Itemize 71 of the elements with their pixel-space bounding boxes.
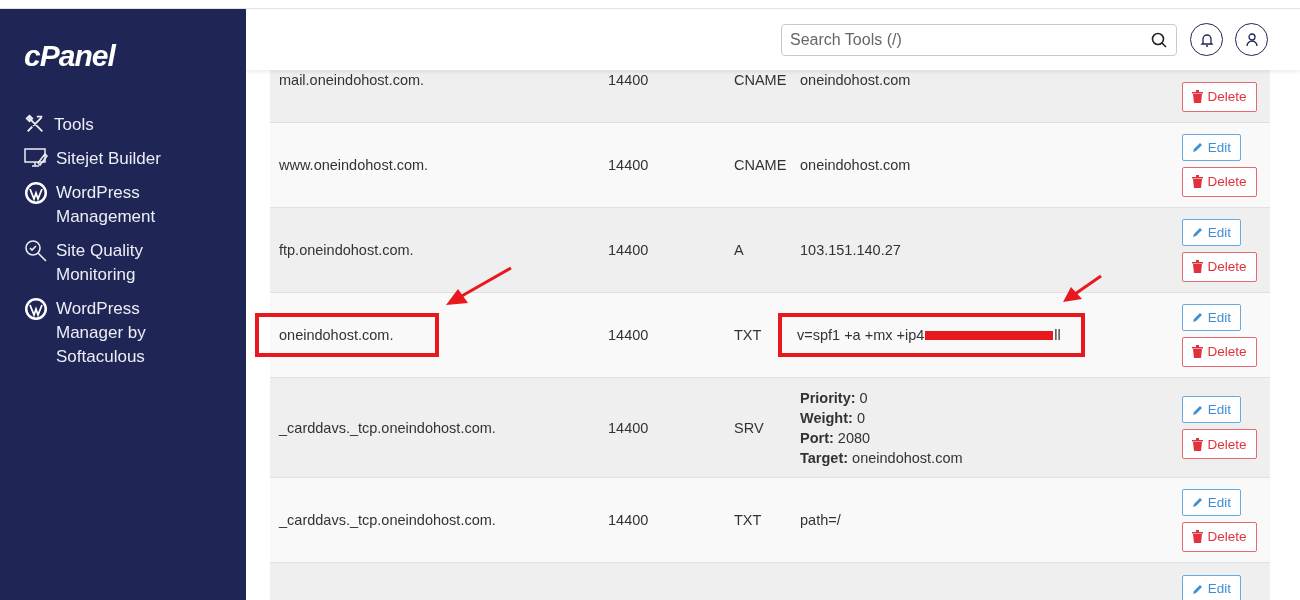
- monitor-pencil-icon: [24, 147, 48, 169]
- trash-icon: [1192, 90, 1204, 103]
- delete-button[interactable]: Delete: [1182, 81, 1257, 112]
- record-name: _carddavs._tcp.oneindohost.com.: [279, 419, 496, 436]
- sidebar-item[interactable]: WordPress Management: [24, 181, 246, 229]
- trash-icon: [1192, 260, 1204, 273]
- record-name: _carddavs._tcp.oneindohost.com.: [279, 512, 496, 528]
- pencil-icon: [1191, 141, 1204, 153]
- magnifier-check-icon: [24, 239, 48, 263]
- annotation-arrow: [446, 266, 512, 305]
- srv-detail: Priority: 0: [800, 388, 869, 408]
- cpanel-logo[interactable]: cPanel: [24, 39, 115, 73]
- record-name: mail.oneindohost.com.: [279, 72, 425, 88]
- pencil-icon: [1191, 311, 1204, 323]
- delete-button[interactable]: Delete: [1182, 336, 1257, 367]
- notifications-button[interactable]: [1190, 23, 1223, 56]
- edit-button[interactable]: Edit: [1182, 218, 1241, 246]
- search-icon: [1151, 31, 1167, 48]
- record-value: oneindohost.com: [800, 72, 911, 88]
- record-name: oneindohost.com.: [279, 327, 394, 343]
- tools-icon: [24, 113, 46, 135]
- record-value: ll: [1054, 327, 1061, 343]
- delete-button[interactable]: Delete: [1182, 166, 1257, 197]
- user-icon: [1244, 32, 1259, 47]
- record-type: TXT: [734, 512, 762, 528]
- pencil-icon: [1191, 496, 1204, 508]
- trash-icon: [1192, 530, 1204, 543]
- trash-icon: [1192, 437, 1204, 451]
- trash-icon: [1192, 175, 1204, 188]
- pencil-icon: [1191, 403, 1204, 416]
- record-type: TXT: [734, 327, 762, 343]
- user-button[interactable]: [1235, 23, 1268, 56]
- record-ttl: 14400: [608, 512, 649, 528]
- srv-detail: Weight: 0: [800, 408, 866, 428]
- edit-button[interactable]: Edit: [1182, 575, 1241, 600]
- edit-button[interactable]: Edit: [1182, 488, 1241, 516]
- edit-button[interactable]: Edit: [1182, 303, 1241, 331]
- record-name: www.oneindohost.com.: [279, 157, 429, 173]
- sidebar-item[interactable]: Site Quality Monitoring: [24, 239, 246, 287]
- record-ttl: 14400: [608, 327, 649, 343]
- pencil-icon: [1191, 582, 1204, 595]
- record-ttl: 14400: [608, 242, 649, 258]
- delete-button[interactable]: Delete: [1182, 251, 1257, 282]
- record-type: CNAME: [734, 157, 787, 173]
- wordpress-icon: [24, 297, 48, 321]
- record-type: SRV: [734, 419, 764, 436]
- record-name: ftp.oneindohost.com.: [279, 242, 414, 258]
- edit-button[interactable]: Edit: [1182, 133, 1241, 161]
- trash-icon: [1192, 345, 1204, 358]
- record-ttl: 14400: [608, 72, 649, 88]
- sidebar-item[interactable]: WordPress Manager by Softaculous: [24, 297, 246, 369]
- srv-detail: Port: 2080: [800, 428, 872, 448]
- record-type: CNAME: [734, 72, 787, 88]
- sidebar-item[interactable]: Sitejet Builder: [24, 147, 246, 171]
- delete-button[interactable]: Delete: [1182, 521, 1257, 552]
- delete-button[interactable]: Delete: [1182, 429, 1257, 459]
- record-value: 103.151.140.27: [800, 242, 901, 258]
- edit-button[interactable]: Edit: [1182, 396, 1241, 423]
- record-ttl: 14400: [608, 157, 649, 173]
- sidebar-item[interactable]: Tools: [24, 113, 246, 137]
- bell-icon: [1199, 32, 1214, 47]
- wordpress-icon: [24, 181, 48, 205]
- pencil-icon: [1191, 226, 1204, 238]
- annotation-arrow: [1063, 274, 1102, 302]
- srv-detail: Target: oneindohost.com: [800, 448, 964, 468]
- record-ttl: 14400: [608, 419, 649, 436]
- record-value: oneindohost.com: [800, 157, 911, 173]
- record-type: A: [734, 242, 744, 258]
- record-value: v=spf1 +a +mx +ip4: [797, 327, 925, 343]
- search-field[interactable]: Search Tools (/): [781, 23, 1177, 56]
- record-value: path=/: [800, 512, 841, 528]
